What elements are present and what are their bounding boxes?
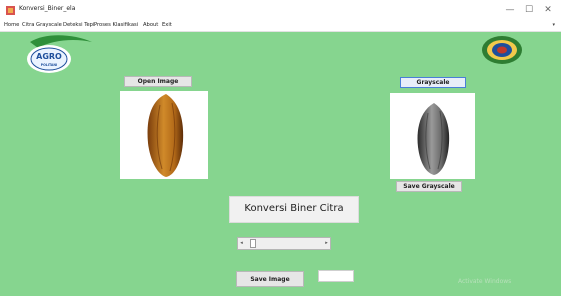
grayscale-button[interactable]: Grayscale (400, 77, 466, 88)
window-title: Konversi_Biner_ela (19, 5, 76, 12)
close-button[interactable]: ✕ (541, 3, 555, 17)
menu-bar: Home Citra Grayscale Deteksi Tepi Proses… (0, 21, 561, 32)
main-canvas: AGRO POLITANI Open Image Grayscale Save … (0, 32, 561, 296)
cocoa-pod-color-image (147, 94, 184, 177)
menu-item-deteksi-tepi[interactable]: Deteksi Tepi (63, 22, 94, 28)
agro-politani-logo: AGRO POLITANI (27, 35, 92, 73)
agro-logo-subtext: POLITANI (41, 63, 58, 67)
menu-item-proses-klasifikasi[interactable]: Proses Klasifikasi (94, 22, 138, 28)
institution-seal-logo (482, 36, 522, 64)
open-image-button[interactable]: Open Image (124, 76, 192, 87)
grayscale-image-panel (390, 93, 475, 179)
main-title: Konversi Biner Citra (229, 196, 359, 223)
title-bar: Konversi_Biner_ela — ☐ ✕ (0, 0, 561, 21)
slider-right-arrow-icon[interactable]: ▸ (323, 239, 330, 248)
threshold-slider[interactable]: ◂ ▸ (237, 237, 331, 250)
menu-item-about[interactable]: About (143, 22, 158, 28)
minimize-button[interactable]: — (503, 3, 517, 17)
menu-item-exit[interactable]: Exit (162, 22, 172, 28)
menu-item-home[interactable]: Home (4, 22, 19, 28)
slider-left-arrow-icon[interactable]: ◂ (238, 239, 245, 248)
result-field (318, 270, 354, 282)
slider-thumb[interactable] (249, 239, 256, 248)
activate-windows-watermark: Activate Windows (458, 278, 512, 285)
save-grayscale-button[interactable]: Save Grayscale (396, 181, 462, 192)
original-image-panel (120, 91, 208, 179)
save-image-button[interactable]: Save Image (236, 271, 304, 287)
app-icon (6, 6, 15, 15)
menu-overflow-icon[interactable]: ▾ (552, 22, 555, 28)
agro-logo-text: AGRO (36, 52, 62, 61)
cocoa-pod-grayscale-image (417, 103, 450, 175)
menu-item-citra-grayscale[interactable]: Citra Grayscale (22, 22, 62, 28)
maximize-button[interactable]: ☐ (522, 3, 536, 17)
